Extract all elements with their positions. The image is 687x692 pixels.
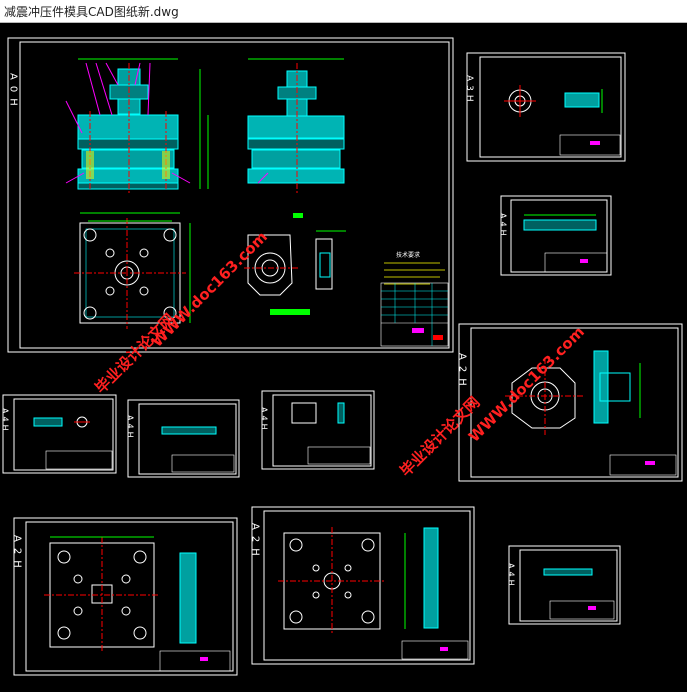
sheet-label-a4-5: A4H [507,563,516,589]
sheet-a4-strip[interactable]: A4H [126,399,240,478]
window-title: 减震冲压件模具CAD图纸新.dwg [4,5,179,19]
sheet-label-a4-4: A4H [260,407,269,433]
sheet-a3[interactable]: A3H [464,52,626,162]
tech-requirements-notes [384,262,445,285]
sheet-a4-block[interactable]: A4H [260,390,375,470]
sheet-a2-bottom-mid[interactable]: A2H [250,506,475,665]
sheet-label-a3: A3H [464,75,474,106]
cad-drawing-canvas[interactable]: A0H 技术要求 A3H A4H A2H A4H A4H A4H A2H A2H… [0,23,687,692]
sheet-a2-bottom-left[interactable]: A2H [12,517,238,676]
tech-requirements-title: 技术要求 [396,251,420,259]
sheet-label-a0: A0H [8,73,19,112]
sheet-label-a2-bottom-left: A2H [12,535,23,574]
front-section-view [65,58,209,193]
sheet-a4-plate[interactable]: A4H [499,195,612,276]
side-section-view [247,58,345,193]
parts-list-table [380,282,449,347]
sheet-a4-left[interactable]: A4H [1,394,117,474]
window-titlebar: 减震冲压件模具CAD图纸新.dwg [0,0,687,23]
sheet-label-a4-1: A4H [499,213,508,239]
sheet-a0-assembly[interactable]: A0H 技术要求 [7,37,454,353]
sheet-label-a4-3: A4H [126,415,135,441]
sheet-label-a2-right: A2H [457,353,468,392]
sheet-a4-bottom-right[interactable]: A4H [507,545,621,625]
sheet-label-a4-2: A4H [1,408,10,434]
sheet-label-a2-bottom-mid: A2H [250,523,261,562]
